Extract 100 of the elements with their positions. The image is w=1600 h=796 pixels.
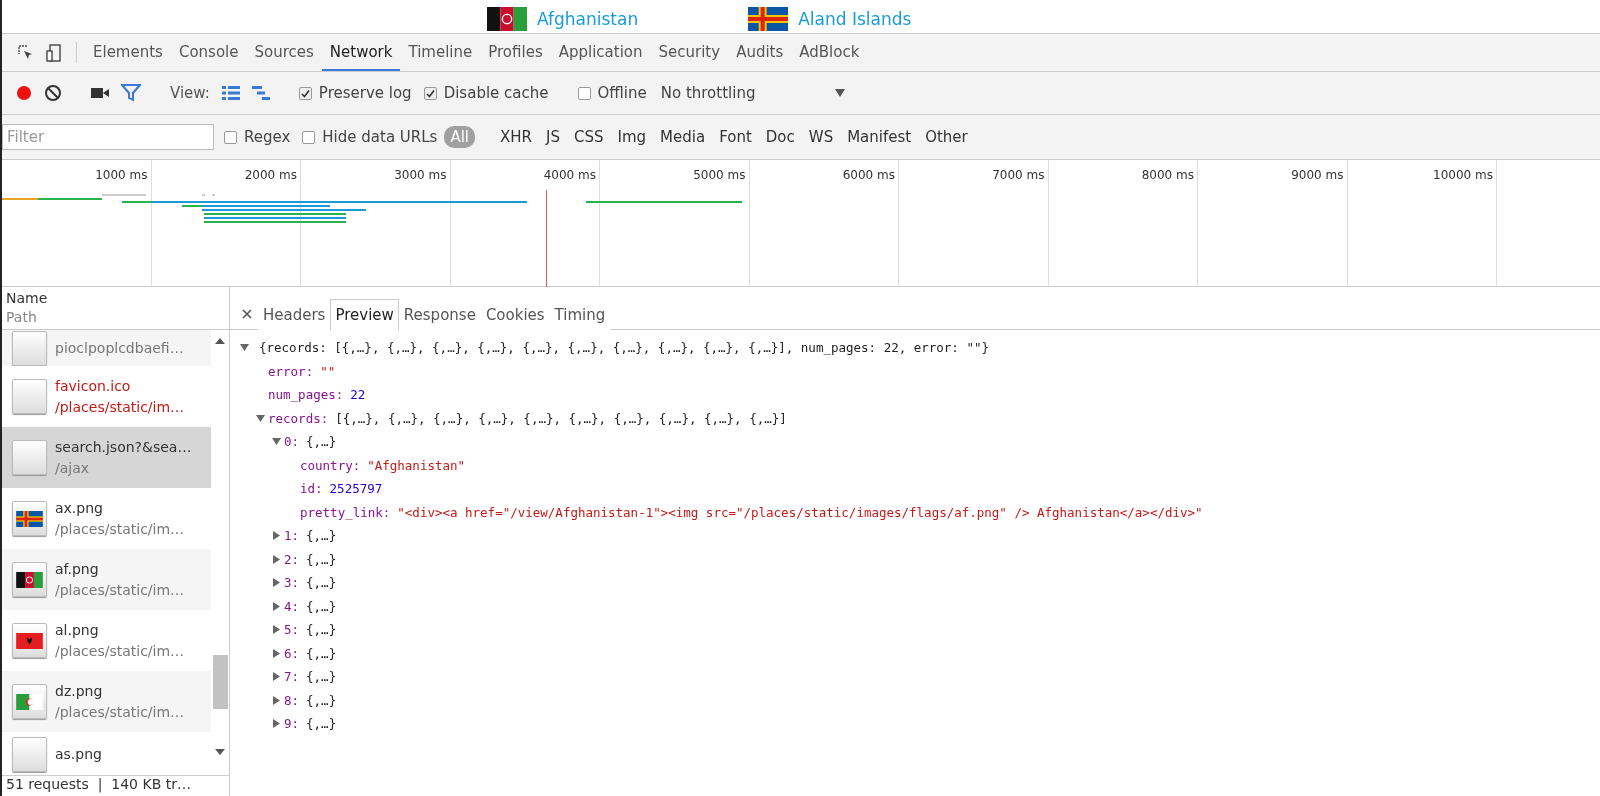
type-filter[interactable]: Doc — [759, 126, 801, 148]
panel-tab[interactable]: Profiles — [480, 34, 551, 71]
type-filter[interactable]: Font — [713, 126, 758, 148]
property-key: country: — [300, 457, 361, 473]
property-value: {,…} — [306, 598, 337, 614]
request-row[interactable]: dz.png /places/static/im… — [2, 671, 211, 732]
tick-label: 10000 ms — [1433, 168, 1493, 182]
property-value: {,…} — [306, 692, 337, 708]
panel-tab[interactable]: Application — [550, 34, 651, 71]
tick-label: 2000 ms — [244, 168, 297, 182]
property-key: 9: — [284, 716, 300, 732]
flag-icon — [487, 7, 527, 31]
type-filter[interactable]: Other — [919, 126, 974, 148]
status-summary: 51 requests | 140 KB tr… — [2, 775, 229, 796]
checkbox[interactable] — [423, 86, 437, 100]
column-header: Name — [6, 289, 49, 308]
request-name: ax.png — [55, 500, 104, 516]
type-filter[interactable]: Manifest — [841, 126, 918, 148]
request-path: pioclpoplcdbaefi… — [55, 340, 184, 356]
property-value: {,…} — [306, 528, 337, 544]
property-key: 0: — [284, 434, 300, 450]
property-value: {,…} — [306, 434, 337, 450]
property-value: "<div><a href="/view/Afghanistan-1"><img src="/places/static/images/flags/af.png" /> Afghanistan</a></div>" — [397, 504, 1203, 520]
throttling-select[interactable]: No throttling — [652, 84, 854, 102]
checkbox-label: Regex — [244, 128, 291, 146]
type-filter[interactable]: Media — [654, 126, 712, 148]
flag-icon — [16, 510, 43, 527]
filter-field[interactable]: Filter — [2, 124, 214, 150]
file-thumbnail — [12, 330, 47, 366]
expand-arrow-icon[interactable] — [240, 343, 249, 353]
tick-label: 4000 ms — [543, 168, 596, 182]
request-path: /places/static/im… — [55, 582, 185, 598]
property-value: 2525797 — [329, 481, 383, 497]
expand-arrow-icon[interactable] — [272, 437, 281, 447]
column-header: Path — [6, 308, 38, 327]
checkbox-label: Offline — [597, 84, 647, 102]
type-filter[interactable]: XHR — [494, 126, 539, 148]
property-value: {records: [{,…}, {,…}, {,…}, {,…}, {,…}, {,…}, {,…}, {,…}, {,…}, {,…}], num_pages: 22, error: ""} — [259, 340, 989, 356]
panel-tab[interactable]: Audits — [728, 34, 792, 71]
panel-tab[interactable]: Elements — [85, 34, 171, 71]
type-filter[interactable]: Img — [611, 126, 653, 148]
property-value: {,…} — [306, 575, 337, 591]
request-path: /places/static/im… — [55, 521, 185, 537]
request-row[interactable]: search.json?&sea… /ajax — [2, 427, 211, 488]
flag-icon — [16, 571, 43, 588]
request-name: al.png — [55, 622, 100, 638]
panel-tab[interactable]: Security — [650, 34, 729, 71]
property-key: num_pages: — [268, 387, 344, 403]
checkbox[interactable] — [577, 86, 591, 100]
request-path: /places/static/im… — [55, 704, 185, 720]
panel-tab[interactable]: Sources — [246, 34, 322, 71]
property-key: 4: — [284, 598, 300, 614]
panel-tab[interactable]: AdBlock — [791, 34, 868, 71]
checkbox[interactable] — [224, 130, 237, 144]
type-filter[interactable]: JS — [540, 126, 566, 148]
expand-arrow-icon[interactable] — [272, 601, 281, 611]
scroll-down-icon[interactable] — [215, 749, 225, 755]
tick-label: 9000 ms — [1291, 168, 1344, 182]
request-row[interactable]: af.png /places/static/im… — [2, 549, 211, 610]
detail-tab[interactable]: Preview — [330, 299, 399, 330]
expand-arrow-icon[interactable] — [272, 648, 281, 658]
property-key: 3: — [284, 575, 300, 591]
expand-arrow-icon[interactable] — [272, 672, 281, 682]
checkbox[interactable] — [302, 130, 316, 144]
caret-icon — [835, 89, 846, 97]
request-path: /ajax — [55, 460, 91, 476]
scroll-up-icon[interactable] — [215, 338, 225, 344]
expand-arrow-icon[interactable] — [256, 413, 265, 423]
request-name: af.png — [55, 561, 100, 577]
file-thumbnail — [12, 736, 47, 772]
flag-icon — [16, 693, 43, 710]
expand-arrow-icon[interactable] — [272, 578, 281, 588]
panel-tab[interactable]: Console — [170, 34, 247, 71]
property-value: "" — [320, 363, 336, 379]
property-key: 8: — [284, 692, 300, 708]
request-row[interactable]: pioclpoplcdbaefi… — [2, 330, 211, 366]
expand-arrow-icon[interactable] — [272, 531, 281, 541]
checkbox-label: Preserve log — [318, 84, 412, 102]
property-value: {,…} — [306, 669, 337, 685]
checkbox-label: Hide data URLs — [322, 128, 438, 146]
property-key: 5: — [284, 622, 300, 638]
property-key: 7: — [284, 669, 300, 685]
property-value: [{,…}, {,…}, {,…}, {,…}, {,…}, {,…}, {,…}, {,…}, {,…}, {,…}] — [335, 410, 787, 426]
request-path: /places/static/im… — [55, 399, 185, 415]
expand-arrow-icon[interactable] — [272, 554, 281, 564]
scrollbar-thumb[interactable] — [212, 655, 228, 709]
expand-arrow-icon[interactable] — [272, 695, 281, 705]
flag-icon — [16, 632, 43, 649]
checkbox[interactable] — [298, 86, 312, 100]
expand-arrow-icon[interactable] — [272, 625, 281, 635]
checkbox-label: Disable cache — [443, 84, 549, 102]
expand-arrow-icon[interactable] — [272, 719, 281, 729]
type-filter[interactable]: WS — [802, 126, 840, 148]
panel-tab[interactable]: Timeline — [400, 34, 481, 71]
tick-label: 6000 ms — [842, 168, 895, 182]
tick-label: 3000 ms — [394, 168, 447, 182]
tick-label: 1000 ms — [95, 168, 148, 182]
property-value: {,…} — [306, 622, 337, 638]
type-filter[interactable]: CSS — [568, 126, 610, 148]
property-value: {,…} — [306, 551, 337, 567]
